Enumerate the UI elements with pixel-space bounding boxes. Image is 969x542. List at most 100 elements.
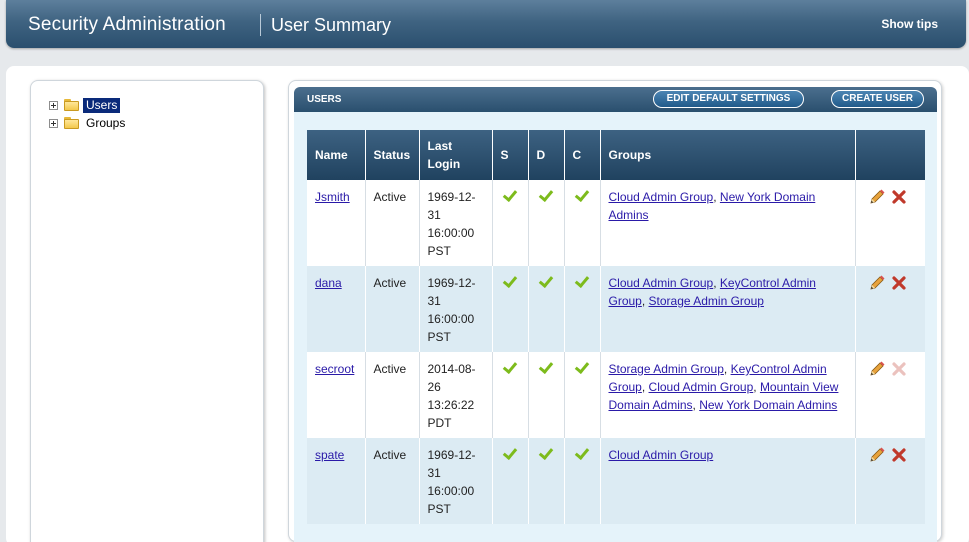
group-separator: , xyxy=(641,380,649,394)
cell-status: Active xyxy=(365,266,420,352)
cell-last-login: 1969-12-31 16:00:00 PST xyxy=(419,266,493,352)
edit-pencil-icon[interactable] xyxy=(868,360,886,378)
group-separator: , xyxy=(753,380,760,394)
cell-actions xyxy=(855,438,925,524)
cell-actions xyxy=(855,266,925,352)
check-icon xyxy=(501,446,518,461)
cell-groups: Cloud Admin Group, New York Domain Admin… xyxy=(600,180,856,266)
cell-name: dana xyxy=(307,266,366,352)
folder-icon xyxy=(64,117,79,129)
check-icon xyxy=(501,188,518,203)
users-table: Name Status Last Login S D C Groups Jsmi… xyxy=(307,130,925,524)
expand-icon[interactable] xyxy=(49,118,58,128)
delete-x-icon xyxy=(890,360,908,378)
user-name-link[interactable]: Jsmith xyxy=(315,190,350,204)
check-icon xyxy=(537,360,554,375)
group-link[interactable]: Storage Admin Group xyxy=(649,294,764,308)
group-link[interactable]: Storage Admin Group xyxy=(609,362,724,376)
check-icon xyxy=(573,360,590,375)
cell-d xyxy=(528,266,565,352)
table-row: Jsmith Active 1969-12-31 16:00:00 PST Cloud… xyxy=(307,180,925,266)
cell-status: Active xyxy=(365,438,420,524)
column-header-name[interactable]: Name xyxy=(307,130,366,180)
cell-groups: Cloud Admin Group, KeyControl Admin Grou… xyxy=(600,266,856,352)
check-icon xyxy=(501,360,518,375)
folder-icon xyxy=(64,99,79,111)
user-name-link[interactable]: secroot xyxy=(315,362,354,376)
group-separator: , xyxy=(641,294,649,308)
cell-actions xyxy=(855,180,925,266)
cell-name: Jsmith xyxy=(307,180,366,266)
user-name-link[interactable]: dana xyxy=(315,276,342,290)
check-icon xyxy=(537,274,554,289)
check-icon xyxy=(537,188,554,203)
group-separator: , xyxy=(713,276,720,290)
create-user-button[interactable]: CREATE USER xyxy=(831,90,924,108)
table-row: secroot Active 2014-08-26 13:26:22 PDT Stor… xyxy=(307,352,925,438)
column-header-last-login[interactable]: Last Login xyxy=(419,130,493,180)
column-header-actions xyxy=(855,130,925,180)
cell-c xyxy=(564,266,601,352)
group-link[interactable]: New York Domain Admins xyxy=(699,398,837,412)
cell-s xyxy=(492,266,529,352)
cell-d xyxy=(528,438,565,524)
edit-pencil-icon[interactable] xyxy=(868,446,886,464)
group-separator: , xyxy=(723,362,731,376)
cell-s xyxy=(492,438,529,524)
group-link[interactable]: Cloud Admin Group xyxy=(609,448,714,462)
cell-groups: Storage Admin Group, KeyControl Admin Gr… xyxy=(600,352,856,438)
title-separator xyxy=(260,14,261,36)
expand-icon[interactable] xyxy=(49,100,58,110)
show-tips-link[interactable]: Show tips xyxy=(881,17,938,31)
table-row: spate Active 1969-12-31 16:00:00 PST Cloud … xyxy=(307,438,925,524)
page-title: User Summary xyxy=(271,15,392,35)
column-header-c[interactable]: C xyxy=(564,130,601,180)
tree-item-label[interactable]: Users xyxy=(83,97,121,113)
app-title: Security Administration xyxy=(28,14,226,35)
column-header-s[interactable]: S xyxy=(492,130,529,180)
group-link[interactable]: Cloud Admin Group xyxy=(609,190,714,204)
group-separator: , xyxy=(713,190,720,204)
check-icon xyxy=(501,274,518,289)
cell-last-login: 1969-12-31 16:00:00 PST xyxy=(419,180,493,266)
cell-s xyxy=(492,352,529,438)
edit-default-settings-button[interactable]: EDIT DEFAULT SETTINGS xyxy=(653,90,804,108)
cell-d xyxy=(528,180,565,266)
column-header-status[interactable]: Status xyxy=(365,130,420,180)
table-row: dana Active 1969-12-31 16:00:00 PST Cloud A… xyxy=(307,266,925,352)
cell-actions xyxy=(855,352,925,438)
group-link[interactable]: Cloud Admin Group xyxy=(609,276,714,290)
cell-s xyxy=(492,180,529,266)
cell-c xyxy=(564,352,601,438)
check-icon xyxy=(573,446,590,461)
cell-c xyxy=(564,180,601,266)
check-icon xyxy=(573,188,590,203)
edit-pencil-icon[interactable] xyxy=(868,274,886,292)
edit-pencil-icon[interactable] xyxy=(868,188,886,206)
tree-item-groups[interactable]: Groups xyxy=(49,115,128,131)
delete-x-icon[interactable] xyxy=(890,188,908,206)
table-header-row: Name Status Last Login S D C Groups xyxy=(307,130,925,180)
column-header-d[interactable]: D xyxy=(528,130,565,180)
cell-name: secroot xyxy=(307,352,366,438)
cell-groups: Cloud Admin Group xyxy=(600,438,856,524)
column-header-groups[interactable]: Groups xyxy=(600,130,856,180)
check-icon xyxy=(573,274,590,289)
app-header: Security Administration User Summary Sho… xyxy=(6,0,966,48)
cell-status: Active xyxy=(365,352,420,438)
cell-last-login: 2014-08-26 13:26:22 PDT xyxy=(419,352,493,438)
delete-x-icon[interactable] xyxy=(890,274,908,292)
check-icon xyxy=(537,446,554,461)
cell-name: spate xyxy=(307,438,366,524)
users-panel-title: USERS xyxy=(307,94,342,105)
cell-d xyxy=(528,352,565,438)
cell-last-login: 1969-12-31 16:00:00 PST xyxy=(419,438,493,524)
tree-item-label[interactable]: Groups xyxy=(83,116,128,131)
user-name-link[interactable]: spate xyxy=(315,448,344,462)
delete-x-icon[interactable] xyxy=(890,446,908,464)
navigation-tree-panel: Users Groups xyxy=(30,80,264,542)
tree-item-users[interactable]: Users xyxy=(49,97,121,113)
group-link[interactable]: Cloud Admin Group xyxy=(649,380,754,394)
cell-status: Active xyxy=(365,180,420,266)
users-panel-header: USERS EDIT DEFAULT SETTINGS CREATE USER xyxy=(294,87,937,112)
